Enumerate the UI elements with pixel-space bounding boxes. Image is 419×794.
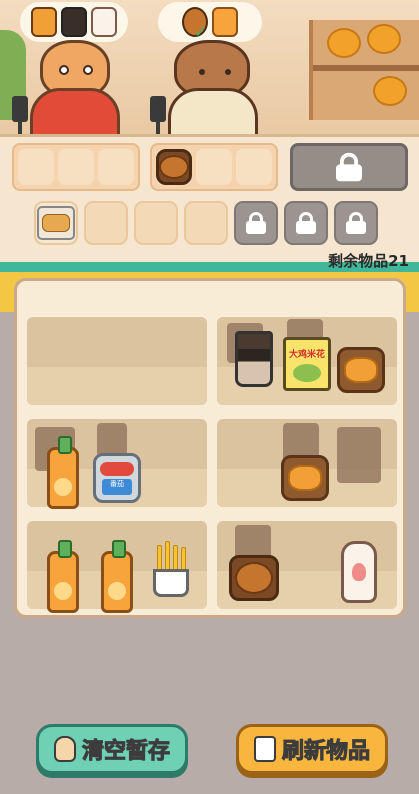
remaining-items-label: 剩余物品21 <box>328 252 409 270</box>
juice-bottle-icon[interactable] <box>47 540 79 613</box>
staging-row <box>34 201 378 245</box>
clear-staging-button[interactable]: 清空暂存 <box>36 724 188 774</box>
item-shelf-board: 大鸡米花 番茄 <box>14 278 406 618</box>
lock-icon <box>346 212 366 234</box>
order-slot[interactable] <box>98 149 134 185</box>
shop-scene: ✓ <box>0 0 419 134</box>
nugget-dish-icon[interactable] <box>337 347 385 393</box>
orange-icon <box>373 76 407 106</box>
coffee-cup-icon[interactable] <box>235 331 273 387</box>
customer-capybara <box>158 40 268 134</box>
capybara-shirt <box>168 88 258 134</box>
refresh-items-label: 刷新物品 <box>281 739 370 765</box>
order-bubble-cat <box>20 2 128 42</box>
nugget-dish-icon <box>31 7 57 37</box>
checkmark-icon: ✓ <box>194 22 208 41</box>
staging-slot-locked[interactable] <box>334 201 378 245</box>
eye <box>83 65 93 75</box>
tomato-can-icon[interactable]: 番茄 <box>93 453 141 503</box>
hand-icon <box>53 736 76 762</box>
staging-slot[interactable] <box>184 201 228 245</box>
order-tray-capybara <box>150 143 278 191</box>
shelf-cell[interactable] <box>27 317 207 405</box>
staging-slot[interactable] <box>84 201 128 245</box>
chips-bag-icon[interactable]: 大鸡米花 <box>283 337 331 391</box>
eye <box>59 65 69 75</box>
staging-slot-locked[interactable] <box>234 201 278 245</box>
juice-bottle-icon[interactable] <box>47 436 79 509</box>
orange-icon <box>367 24 401 54</box>
customer-cat <box>20 40 130 134</box>
refresh-items-button[interactable]: 刷新物品 <box>236 724 388 774</box>
order-slot-filled[interactable] <box>156 149 192 185</box>
staging-slot[interactable] <box>134 201 178 245</box>
lock-icon <box>296 212 316 234</box>
orange-icon <box>327 28 361 58</box>
order-bubble-capybara: ✓ <box>158 2 262 42</box>
juice-bottle-icon[interactable] <box>101 540 133 613</box>
chips-label: 大鸡米花 <box>288 349 325 360</box>
shelf-cell[interactable] <box>27 521 207 613</box>
juice-bottle-icon <box>212 7 238 37</box>
order-slot[interactable] <box>58 149 94 185</box>
can-label: 番茄 <box>102 478 132 495</box>
burger-dish-icon[interactable] <box>229 555 279 601</box>
staging-slot-locked[interactable] <box>284 201 328 245</box>
eye <box>199 69 205 75</box>
cat-hoodie <box>30 88 120 134</box>
shelf-cell[interactable]: 大鸡米花 <box>217 317 397 405</box>
fruit-shelf <box>309 20 419 120</box>
nugget-dish-icon[interactable] <box>281 455 329 501</box>
bread-crate-icon <box>37 206 75 240</box>
card-terminal-icon <box>12 96 28 134</box>
order-slot[interactable] <box>236 149 272 185</box>
card-terminal-icon <box>150 96 166 134</box>
eye <box>225 69 231 75</box>
burger-dish-icon <box>156 149 192 185</box>
coffee-cup-icon <box>61 7 87 37</box>
staging-slot[interactable] <box>34 201 78 245</box>
shelf-cell[interactable] <box>217 521 397 609</box>
locked-order-board[interactable] <box>290 143 408 191</box>
shelf-cell[interactable] <box>217 419 397 507</box>
order-tray-cat <box>12 143 140 191</box>
clear-staging-label: 清空暂存 <box>81 739 170 765</box>
order-slot[interactable] <box>196 149 232 185</box>
cards-icon <box>253 736 276 762</box>
mayo-bottle-icon <box>91 7 117 37</box>
order-slot[interactable] <box>18 149 54 185</box>
fries-cup-icon[interactable] <box>151 541 191 597</box>
lock-icon <box>246 212 266 234</box>
counter <box>0 134 419 262</box>
mayo-bottle-icon[interactable] <box>341 541 377 603</box>
shelf-cell[interactable]: 番茄 <box>27 419 207 509</box>
lock-icon <box>336 152 362 182</box>
